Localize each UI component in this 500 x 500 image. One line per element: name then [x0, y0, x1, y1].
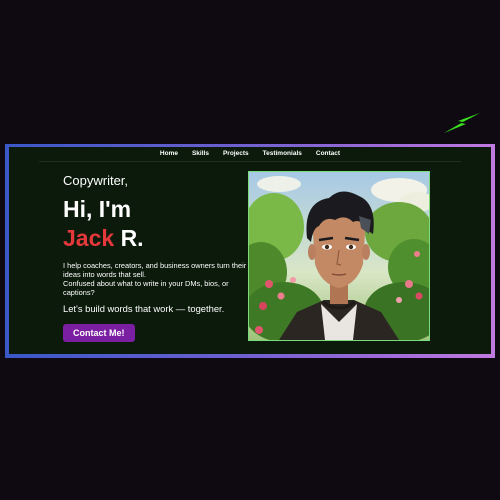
lightning-bolt-icon — [444, 113, 480, 133]
nav-divider — [39, 161, 461, 162]
contact-me-button[interactable]: Contact Me! — [63, 324, 135, 342]
hero-frame: Home Skills Projects Testimonials Contac… — [5, 144, 495, 358]
hero-greeting: Hi, I'm — [63, 196, 132, 222]
hero-name: Jack R. — [63, 223, 253, 253]
hero-desc-line2: Confused about what to write in your DMs… — [63, 279, 229, 297]
hero-last-name: R. — [120, 225, 144, 251]
nav-projects[interactable]: Projects — [223, 148, 249, 160]
hero-kicker: Copywriter, — [63, 173, 129, 188]
hero-description: I help coaches, creators, and business o… — [63, 261, 253, 297]
hero-section: Home Skills Projects Testimonials Contac… — [9, 147, 491, 354]
hero-text: Copywriter, Hi, I'm Jack R. I help coach… — [63, 173, 253, 342]
top-nav: Home Skills Projects Testimonials Contac… — [9, 148, 491, 160]
nav-skills[interactable]: Skills — [192, 148, 209, 160]
portrait-image — [248, 171, 430, 341]
hero-tagline: Let's build words that work — together. — [63, 303, 225, 314]
hero-desc-line1: I help coaches, creators, and business o… — [63, 261, 247, 279]
nav-testimonials[interactable]: Testimonials — [263, 148, 302, 160]
nav-contact[interactable]: Contact — [316, 148, 340, 160]
hero-first-name: Jack — [63, 225, 115, 251]
nav-home[interactable]: Home — [160, 148, 178, 160]
portrait-illustration — [249, 172, 429, 340]
